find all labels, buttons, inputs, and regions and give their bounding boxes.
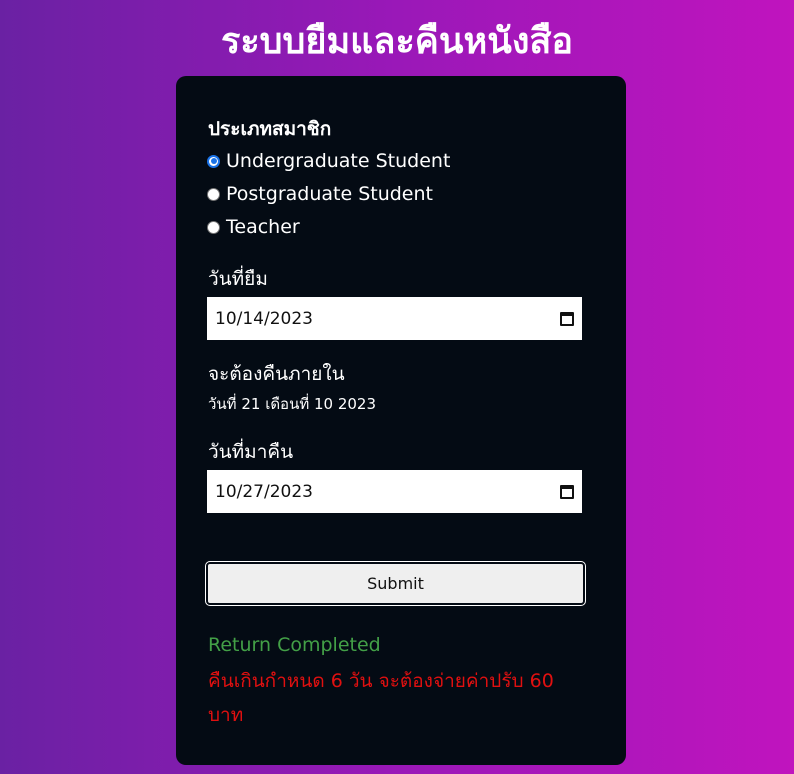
radio-label: Postgraduate Student xyxy=(226,183,433,205)
calendar-icon[interactable] xyxy=(560,484,574,499)
radio-button-checked[interactable] xyxy=(207,154,220,168)
due-date-text: วันที่ 21 เดือนที่ 10 2023 xyxy=(208,395,377,413)
return-date-value: 10/27/2023 xyxy=(215,481,313,502)
due-date-label: จะต้องคืนภายใน xyxy=(208,363,345,385)
radio-label: Undergraduate Student xyxy=(226,150,451,172)
radio-button[interactable] xyxy=(207,187,220,201)
return-date-label: วันที่มาคืน xyxy=(208,441,294,463)
borrow-return-form-card: ประเภทสมาชิก Undergraduate Student Postg… xyxy=(176,76,626,765)
fine-message: คืนเกินกำหนด 6 วัน จะต้องจ่ายค่าปรับ 60 … xyxy=(208,670,554,726)
borrow-date-input[interactable]: 10/14/2023 xyxy=(207,297,582,340)
borrow-date-value: 10/14/2023 xyxy=(215,308,313,329)
page-title: ระบบยืมและคืนหนังสือ xyxy=(220,21,573,62)
borrow-date-label: วันที่ยืม xyxy=(208,268,268,290)
radio-label: Teacher xyxy=(226,216,300,238)
member-type-label: ประเภทสมาชิก xyxy=(208,118,332,140)
radio-button[interactable] xyxy=(207,220,220,234)
return-date-input[interactable]: 10/27/2023 xyxy=(207,470,582,513)
radio-postgraduate-student[interactable]: Postgraduate Student xyxy=(207,181,433,207)
calendar-icon[interactable] xyxy=(560,311,574,326)
radio-undergraduate-student[interactable]: Undergraduate Student xyxy=(207,148,450,174)
return-status-message: Return Completed xyxy=(208,634,381,656)
radio-teacher[interactable]: Teacher xyxy=(207,214,300,240)
submit-button[interactable]: Submit xyxy=(205,561,586,606)
